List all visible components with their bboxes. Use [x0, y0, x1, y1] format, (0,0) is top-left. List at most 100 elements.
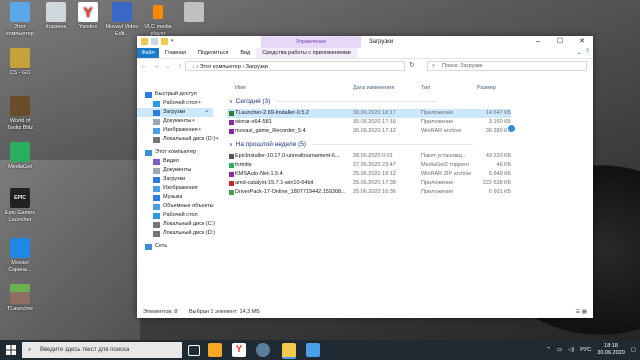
desktop-icon-movavi-video-editor[interactable]: Movavi Video Edit...	[104, 2, 140, 37]
nav-3d-objects[interactable]: Объемные объекты	[153, 202, 214, 211]
nav-label: Загрузки	[163, 176, 186, 182]
large-icons-view-icon[interactable]: ▦	[582, 309, 587, 315]
desktop-icon-csgo[interactable]: CS - GO	[2, 48, 38, 77]
explorer-window[interactable]: ▾ Управление Загрузки – ☐ ✕ Файл Главная…	[137, 36, 593, 318]
nav-local-disk-c[interactable]: Локальный диск (C:)	[153, 220, 215, 229]
tab-share[interactable]: Поделиться	[192, 48, 234, 58]
details-view-icon[interactable]: ☰	[575, 309, 580, 315]
clock[interactable]: 18:18 30.06.2020	[597, 343, 625, 357]
column-header-type[interactable]: Тип	[421, 84, 430, 92]
show-hidden-icons-icon[interactable]: ⌃	[546, 347, 551, 353]
nav-desktop-pc[interactable]: Рабочий стол	[153, 211, 198, 220]
file-date: 25.06.2020 17:38	[353, 180, 396, 186]
steam-icon[interactable]	[256, 343, 270, 357]
nav-pictures-pc[interactable]: Изображения	[153, 184, 198, 193]
nav-local-disk-d[interactable]: Локальный диск (D:) ✦	[153, 135, 223, 144]
documents-icon	[153, 167, 160, 174]
nav-documents-pc[interactable]: Документы	[153, 166, 191, 175]
file-row[interactable]: TLauncher-2.69-Installer-0.5.2 30.06.202…	[227, 109, 511, 118]
search-input[interactable]: ⌕ Поиск: Загрузки	[427, 61, 587, 71]
context-tab-manage[interactable]: Управление	[261, 36, 361, 48]
forward-arrow-icon[interactable]: →	[152, 63, 160, 70]
help-icon[interactable]: ?	[586, 49, 589, 56]
file-row[interactable]: DriverPack-17-Online_1807719442.159308..…	[227, 188, 511, 197]
nav-quick-access[interactable]: Быстрый доступ	[145, 90, 197, 99]
refresh-icon[interactable]: ↻	[409, 61, 419, 71]
file-date: 25.06.2020 16:36	[353, 189, 396, 195]
recent-locations-icon[interactable]: ⌄	[164, 64, 172, 70]
nav-music[interactable]: Музыка	[153, 193, 182, 202]
file-list[interactable]: Имя Дата изменения Тип Размер ∨ Сегодня …	[227, 84, 593, 306]
file-row[interactable]: movavi_game_Recorder_5.4 30.06.2020 17:1…	[227, 127, 511, 136]
column-header-name[interactable]: Имя	[235, 84, 246, 92]
nav-label: Рабочий стол	[163, 100, 198, 106]
nav-label: Объемные объекты	[163, 203, 214, 209]
network-icon[interactable]: ▭	[557, 347, 562, 353]
mouse-cursor	[507, 124, 516, 133]
back-arrow-icon[interactable]: ←	[140, 63, 148, 70]
maximize-button[interactable]: ☐	[549, 36, 571, 48]
close-button[interactable]: ✕	[571, 36, 593, 48]
tab-application-tools[interactable]: Средства работы с приложениями	[256, 48, 357, 58]
file-row[interactable]: EpicInstaller-10.17.0-unrealtournament-6…	[227, 152, 511, 161]
tab-view[interactable]: Вид	[234, 48, 256, 58]
desktop-icon-world-of-tanks-blitz[interactable]: World of Tanks Blitz	[2, 96, 38, 131]
file-row[interactable]: winrar-x64-581 30.06.2020 17:16 Приложен…	[227, 118, 511, 127]
breadcrumb-downloads[interactable]: Загрузки	[246, 64, 268, 70]
minimize-button[interactable]: –	[527, 36, 549, 48]
file-size: 6 601 КБ	[488, 189, 511, 195]
properties-icon[interactable]	[151, 38, 158, 45]
yandex-browser-icon[interactable]: Y	[232, 343, 246, 357]
nav-documents[interactable]: Документы ✦	[153, 117, 200, 126]
nav-label: Загрузки	[163, 109, 186, 115]
desktop-icon-vlc[interactable]: VLC media player	[140, 2, 176, 37]
column-header-size[interactable]: Размер	[477, 84, 496, 92]
folder-icon[interactable]	[141, 38, 148, 45]
tab-file[interactable]: Файл	[137, 48, 159, 58]
tab-home[interactable]: Главная	[159, 48, 192, 58]
file-name: amd-catalyst-15.7.1-win10-64bit	[235, 180, 314, 186]
desktop-icon-movavi-screen[interactable]: Movavi Скрина...	[2, 238, 38, 273]
chevron-down-icon[interactable]: ▾	[171, 38, 176, 45]
nav-desktop[interactable]: Рабочий стол ✦	[153, 99, 206, 108]
mail-icon[interactable]	[306, 343, 320, 357]
nav-downloads-pc[interactable]: Загрузки	[153, 175, 185, 184]
file-row[interactable]: KMSAuto-Net-1.5.4 25.06.2020 18:12 WinRA…	[227, 170, 511, 179]
desktop-icon-this-pc[interactable]: Этот компьютер	[2, 2, 38, 37]
nav-this-pc[interactable]: Этот компьютер	[145, 148, 196, 157]
title-bar[interactable]: ▾ Управление Загрузки – ☐ ✕	[137, 36, 593, 48]
desktop-icon-tlauncher[interactable]: TLauncher	[2, 284, 38, 313]
nav-pictures[interactable]: Изображения ✦	[153, 126, 206, 135]
volume-icon[interactable]: ◁)	[568, 347, 574, 353]
windows-start-icon[interactable]	[6, 345, 16, 355]
navigation-pane[interactable]: Быстрый доступ Рабочий стол ✦ Загрузки ✦ Д…	[137, 84, 225, 306]
status-bar: Элементов: 8 Выбран 1 элемент: 14,3 МБ ☰…	[137, 306, 593, 318]
address-bar[interactable]: ↓ › Этот компьютер › Загрузки	[185, 61, 405, 71]
file-row[interactable]: amd-catalyst-15.7.1-win10-64bit 25.06.20…	[227, 179, 511, 188]
task-view-icon[interactable]	[188, 345, 200, 356]
language-indicator[interactable]: РУС	[580, 347, 591, 353]
desktop-icon-yandex[interactable]: Y Yandex	[70, 2, 106, 31]
up-arrow-icon[interactable]: ↑	[176, 63, 184, 70]
nav-network[interactable]: Сеть	[145, 242, 167, 251]
nav-video[interactable]: Видео	[153, 157, 179, 166]
nav-label: Музыка	[163, 194, 183, 200]
group-header-today[interactable]: ∨ Сегодня (3)	[229, 98, 438, 105]
new-folder-icon[interactable]	[161, 38, 168, 45]
taskbar-search-input[interactable]: ⌕ Введите здесь текст для поиска	[22, 342, 182, 358]
notifications-icon[interactable]: ▢	[631, 347, 636, 353]
movavi-icon[interactable]	[208, 343, 222, 357]
nav-local-disk-d-pc[interactable]: Локальный диск (D:)	[153, 229, 215, 238]
explorer-icon[interactable]	[282, 343, 296, 359]
breadcrumb-this-pc[interactable]: Этот компьютер	[200, 64, 241, 70]
group-header-last-week[interactable]: ∨ На прошлой неделе (5)	[229, 141, 474, 148]
nav-downloads[interactable]: Загрузки ✦	[137, 108, 213, 117]
desktop-icon-epic-games[interactable]: EPIC Epic Games Launcher	[2, 188, 38, 223]
file-row[interactable]: fortnite 27.06.2020 23:47 MediaGet2 торр…	[227, 161, 511, 170]
column-header-date[interactable]: Дата изменения	[353, 84, 394, 92]
taskbar-search-placeholder: Введите здесь текст для поиска	[40, 347, 130, 353]
expand-ribbon-icon[interactable]: ⌄	[577, 49, 582, 56]
desktop-icon-unnamed[interactable]	[176, 2, 212, 24]
desktop-icon-recycle-bin[interactable]: Корзина	[38, 2, 74, 31]
desktop-icon-mediaget[interactable]: MediaGet	[2, 142, 38, 171]
